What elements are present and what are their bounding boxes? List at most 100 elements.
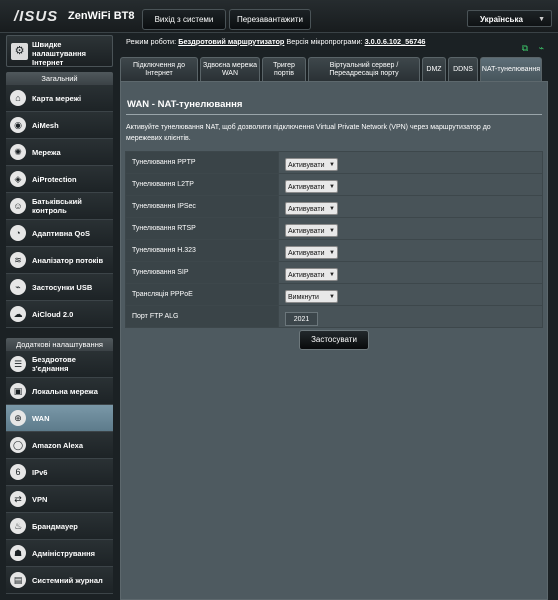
sidebar-item-network[interactable]: ✺ Мережа — [6, 139, 113, 166]
sidebar-item-qos[interactable]: ◔ Адаптивна QoS — [6, 220, 113, 247]
network-status-icon[interactable]: ⧉ — [522, 43, 528, 54]
table-row: Порт FTP ALG 2021 — [125, 305, 543, 328]
sidebar-item-aimesh[interactable]: ◉ AiMesh — [6, 112, 113, 139]
tab-ddns[interactable]: DDNS — [448, 57, 478, 81]
model-name: ZenWiFi BT8 — [68, 10, 135, 22]
mode-label: Режим роботи: — [126, 37, 177, 46]
qos-icon: ◔ — [10, 225, 26, 241]
page-title: WAN - NAT-тунелювання — [127, 99, 243, 110]
aicloud-icon: ☁ — [10, 306, 26, 322]
sidebar-item-parental-control[interactable]: ☺ Батьківський контроль — [6, 193, 113, 220]
status-icons: ⧉ ⌁ — [516, 38, 544, 56]
wan-icon: ⊕ — [10, 410, 26, 426]
sidebar-item-network-map[interactable]: ⌂ Карта мережі — [6, 85, 113, 112]
content-panel: WAN - NAT-тунелювання Активуйте тунелюва… — [120, 81, 548, 600]
tab-dual-wan[interactable]: Здвоєна мережа WAN — [200, 57, 260, 81]
table-row: Тунелювання H.323 Активувати ▼ — [125, 239, 543, 262]
sidebar-item-aicloud[interactable]: ☁ AiCloud 2.0 — [6, 301, 113, 328]
logout-button[interactable]: Вихід з системи — [142, 9, 226, 30]
chevron-down-icon: ▼ — [329, 205, 335, 212]
table-row: Тунелювання IPSec Активувати ▼ — [125, 195, 543, 218]
l2tp-select[interactable]: Активувати ▼ — [285, 179, 338, 193]
quick-setup-button[interactable]: ⚙ Швидке налаштування Інтернет — [6, 35, 113, 67]
general-header: Загальний — [6, 72, 113, 85]
setting-label: Тунелювання RTSP — [125, 217, 279, 240]
advanced-header: Додаткові налаштування — [6, 338, 113, 351]
setting-label: Тунелювання H.323 — [125, 239, 279, 262]
general-menu: ⌂ Карта мережі ◉ AiMesh ✺ Мережа ◈ AiProtect… — [6, 85, 113, 328]
setting-label: Тунелювання PPTP — [125, 151, 279, 174]
language-select[interactable]: Українська ▼ — [467, 10, 552, 27]
advanced-menu: ☰ Бездротове з'єднання ▣ Локальна мережа ⊕… — [6, 351, 113, 594]
traffic-analyzer-icon: ≋ — [10, 252, 26, 268]
table-row: Тунелювання L2TP Активувати ▼ — [125, 173, 543, 196]
sidebar-item-firewall[interactable]: ♨ Брандмауер — [6, 513, 113, 540]
sidebar-item-lan[interactable]: ▣ Локальна мережа — [6, 378, 113, 405]
quick-setup-icon: ⚙ — [11, 43, 28, 60]
pppoe-relay-select[interactable]: Вимкнути ▼ — [285, 289, 338, 303]
quick-setup-label: Швидке налаштування Інтернет — [32, 40, 87, 67]
tab-port-trigger[interactable]: Тригер портів — [262, 57, 306, 81]
h323-select[interactable]: Активувати ▼ — [285, 245, 338, 259]
setting-label: Трансляція PPPoE — [125, 283, 279, 306]
sidebar-item-administration[interactable]: ☗ Адміністрування — [6, 540, 113, 567]
network-map-icon: ⌂ — [10, 90, 26, 106]
system-log-icon: ▤ — [10, 572, 26, 588]
sidebar-item-traffic-analyzer[interactable]: ≋ Аналізатор потоків — [6, 247, 113, 274]
chevron-down-icon: ▼ — [329, 293, 335, 300]
ftp-port-input[interactable]: 2021 — [285, 311, 318, 326]
aimesh-icon: ◉ — [10, 117, 26, 133]
page-description: Активуйте тунелювання NAT, щоб дозволити… — [126, 124, 491, 142]
status-line: Режим роботи: Бездротовий маршрутизатор … — [126, 37, 425, 46]
mode-link[interactable]: Бездротовий маршрутизатор — [178, 37, 284, 46]
tab-internet-connection[interactable]: Підключення до Інтернет — [120, 57, 198, 81]
table-row: Тунелювання PPTP Активувати ▼ — [125, 151, 543, 174]
rtsp-select[interactable]: Активувати ▼ — [285, 223, 338, 237]
lan-icon: ▣ — [10, 383, 26, 399]
sidebar-item-alexa[interactable]: ◯ Amazon Alexa — [6, 432, 113, 459]
table-row: Тунелювання SIP Активувати ▼ — [125, 261, 543, 284]
title-divider — [126, 114, 542, 115]
chevron-down-icon: ▼ — [329, 227, 335, 234]
asus-logo: /ISUS — [14, 8, 59, 25]
administration-icon: ☗ — [10, 545, 26, 561]
sip-select[interactable]: Активувати ▼ — [285, 267, 338, 281]
parental-control-icon: ☺ — [10, 198, 26, 214]
sidebar-item-usb[interactable]: ⌁ Застосунки USB — [6, 274, 113, 301]
pptp-select[interactable]: Активувати ▼ — [285, 157, 338, 171]
network-icon: ✺ — [10, 144, 26, 160]
firmware-label: Версія мікропрограми: — [286, 37, 363, 46]
sidebar-item-wan[interactable]: ⊕ WAN — [6, 405, 113, 432]
table-row: Тунелювання RTSP Активувати ▼ — [125, 217, 543, 240]
ipsec-select[interactable]: Активувати ▼ — [285, 201, 338, 215]
usb-icon: ⌁ — [10, 279, 26, 295]
sidebar-item-system-log[interactable]: ▤ Системний журнал — [6, 567, 113, 594]
setting-label: Тунелювання SIP — [125, 261, 279, 284]
reboot-button[interactable]: Перезавантажити — [229, 9, 311, 30]
usb-status-icon[interactable]: ⌁ — [539, 43, 544, 54]
chevron-down-icon: ▼ — [329, 249, 335, 256]
tab-dmz[interactable]: DMZ — [422, 57, 446, 81]
apply-button[interactable]: Застосувати — [299, 330, 369, 350]
chevron-down-icon: ▼ — [329, 271, 335, 278]
aiprotection-icon: ◈ — [10, 171, 26, 187]
sidebar-item-vpn[interactable]: ⇄ VPN — [6, 486, 113, 513]
sidebar-item-wireless[interactable]: ☰ Бездротове з'єднання — [6, 351, 113, 378]
settings-table: Тунелювання PPTP Активувати ▼ Тунелювання… — [125, 151, 543, 328]
alexa-icon: ◯ — [10, 437, 26, 453]
tab-nat-passthrough[interactable]: NAT-тунелювання — [480, 57, 542, 81]
firewall-icon: ♨ — [10, 518, 26, 534]
setting-label: Порт FTP ALG — [125, 305, 279, 328]
sidebar-item-ipv6[interactable]: 6 IPv6 — [6, 459, 113, 486]
top-bar: /ISUS ZenWiFi BT8 Вихід з системи Переза… — [0, 0, 558, 33]
setting-label: Тунелювання IPSec — [125, 195, 279, 218]
tab-virtual-server[interactable]: Віртуальний сервер / Переадресація порту — [308, 57, 420, 81]
firmware-link[interactable]: 3.0.0.6.102_56746 — [365, 37, 426, 46]
chevron-down-icon: ▼ — [538, 16, 545, 23]
table-row: Трансляція PPPoE Вимкнути ▼ — [125, 283, 543, 306]
ipv6-icon: 6 — [10, 464, 26, 480]
chevron-down-icon: ▼ — [329, 183, 335, 190]
wireless-icon: ☰ — [10, 356, 26, 372]
language-value: Українська — [480, 15, 523, 24]
sidebar-item-aiprotection[interactable]: ◈ AiProtection — [6, 166, 113, 193]
